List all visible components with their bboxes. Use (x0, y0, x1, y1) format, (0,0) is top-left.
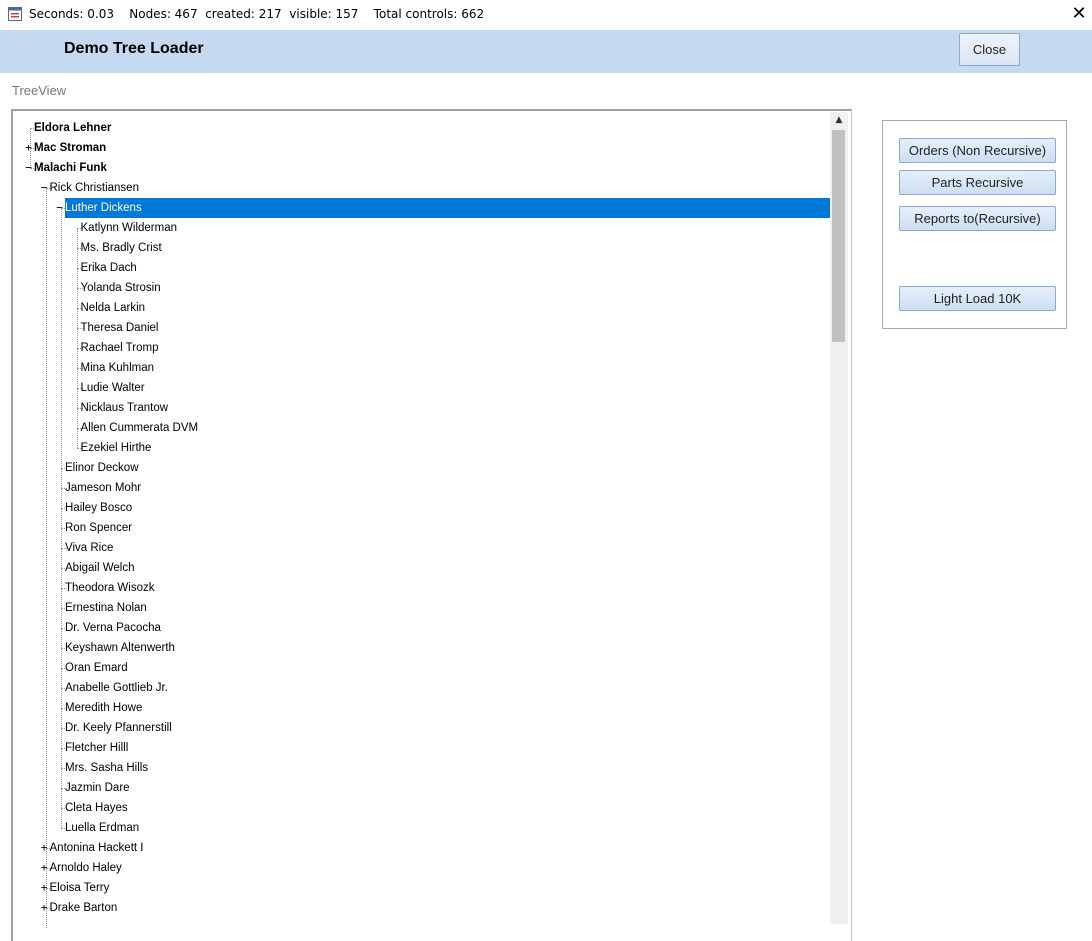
scroll-up-icon[interactable]: ▲ (830, 112, 848, 129)
tree-node[interactable]: Mac Stroman (34, 138, 106, 158)
tree-scrollbar[interactable]: ▲ (830, 112, 848, 924)
expand-icon[interactable]: + (40, 862, 49, 873)
reports-to-recursive-button[interactable]: Reports to(Recursive) (899, 206, 1056, 231)
treeview-label: TreeView (12, 83, 67, 98)
tree-node[interactable]: Theodora Wisozk (65, 578, 154, 598)
tree-node[interactable]: Ezekiel Hirthe (81, 438, 152, 458)
tree-node[interactable]: Theresa Daniel (81, 318, 159, 338)
tree-node[interactable]: Meredith Howe (65, 698, 142, 718)
parts-recursive-button[interactable]: Parts Recursive (899, 170, 1056, 195)
collapse-icon[interactable]: − (55, 202, 64, 213)
status-text: Seconds: 0.03 Nodes: 467 created: 217 vi… (29, 7, 485, 21)
collapse-icon[interactable]: − (24, 162, 33, 173)
expand-icon[interactable]: + (40, 882, 49, 893)
tree-node[interactable]: Katlynn Wilderman (81, 218, 178, 238)
light-load-10k-button[interactable]: Light Load 10K (899, 286, 1056, 311)
tree-node-selected[interactable]: Luther Dickens (65, 198, 831, 218)
tree-node[interactable]: Allen Cummerata DVM (81, 418, 199, 438)
tree-node[interactable]: Oran Emard (65, 658, 128, 678)
tree-node[interactable]: Anabelle Gottlieb Jr. (65, 678, 168, 698)
tree-node[interactable]: Malachi Funk (34, 158, 107, 178)
expand-icon[interactable]: + (40, 842, 49, 853)
tree-node[interactable]: Rachael Tromp (81, 338, 159, 358)
tree-node[interactable]: Ernestina Nolan (65, 598, 147, 618)
tree-node[interactable]: Viva Rice (65, 538, 113, 558)
tree-node[interactable]: Drake Barton (50, 898, 118, 918)
tree-node[interactable]: Luella Erdman (65, 818, 139, 838)
button-panel: Orders (Non Recursive) Parts Recursive R… (882, 120, 1067, 329)
tree-node[interactable]: Fletcher Hilll (65, 738, 128, 758)
window-titlebar: Seconds: 0.03 Nodes: 467 created: 217 vi… (0, 0, 1092, 30)
tree-node[interactable]: Ron Spencer (65, 518, 132, 538)
window-close-icon[interactable]: ✕ (1068, 2, 1090, 26)
tree-node[interactable]: Rick Christiansen (50, 178, 139, 198)
tree-node[interactable]: Nelda Larkin (81, 298, 146, 318)
tree-node[interactable]: Keyshawn Altenwerth (65, 638, 175, 658)
tree-node[interactable]: Dr. Keely Pfannerstill (65, 718, 172, 738)
tree-node[interactable]: Hailey Bosco (65, 498, 132, 518)
tree-node[interactable]: Mrs. Sasha Hills (65, 758, 148, 778)
tree-node[interactable]: Antonina Hackett I (50, 838, 144, 858)
tree-connector-line (61, 208, 62, 828)
tree-connector-line (45, 188, 47, 928)
tree-node[interactable]: Ms. Bradly Crist (81, 238, 162, 258)
expand-icon[interactable]: + (24, 142, 33, 153)
tree-node[interactable]: Elinor Deckow (65, 458, 139, 478)
tree-node[interactable]: Nicklaus Trantow (81, 398, 169, 418)
orders-non-recursive-button[interactable]: Orders (Non Recursive) (899, 138, 1056, 163)
tree-node[interactable]: Arnoldo Haley (50, 858, 122, 878)
page-title: Demo Tree Loader (64, 40, 204, 57)
tree-view[interactable]: Eldora Lehner + Mac Stroman − Malachi Funk − R… (11, 109, 852, 941)
tree-node[interactable]: Jameson Mohr (65, 478, 141, 498)
tree-node[interactable]: Yolanda Strosin (81, 278, 161, 298)
tree-node[interactable]: Eloisa Terry (50, 878, 110, 898)
form-icon (8, 7, 22, 21)
scroll-thumb[interactable] (832, 130, 845, 342)
tree-node[interactable]: Dr. Verna Pacocha (65, 618, 161, 638)
tree-node[interactable]: Ludie Walter (81, 378, 145, 398)
tree-node[interactable]: Jazmin Dare (65, 778, 130, 798)
expand-icon[interactable]: + (40, 902, 49, 913)
form-header: Demo Tree Loader Close (0, 30, 1092, 73)
collapse-icon[interactable]: − (40, 182, 49, 193)
tree-connector-line (76, 228, 78, 448)
tree-node[interactable]: Erika Dach (81, 258, 137, 278)
close-button[interactable]: Close (959, 33, 1020, 66)
tree-node[interactable]: Abigail Welch (65, 558, 134, 578)
tree-node[interactable]: Eldora Lehner (34, 118, 111, 138)
tree-node[interactable]: Mina Kuhlman (81, 358, 155, 378)
tree-node[interactable]: Cleta Hayes (65, 798, 128, 818)
